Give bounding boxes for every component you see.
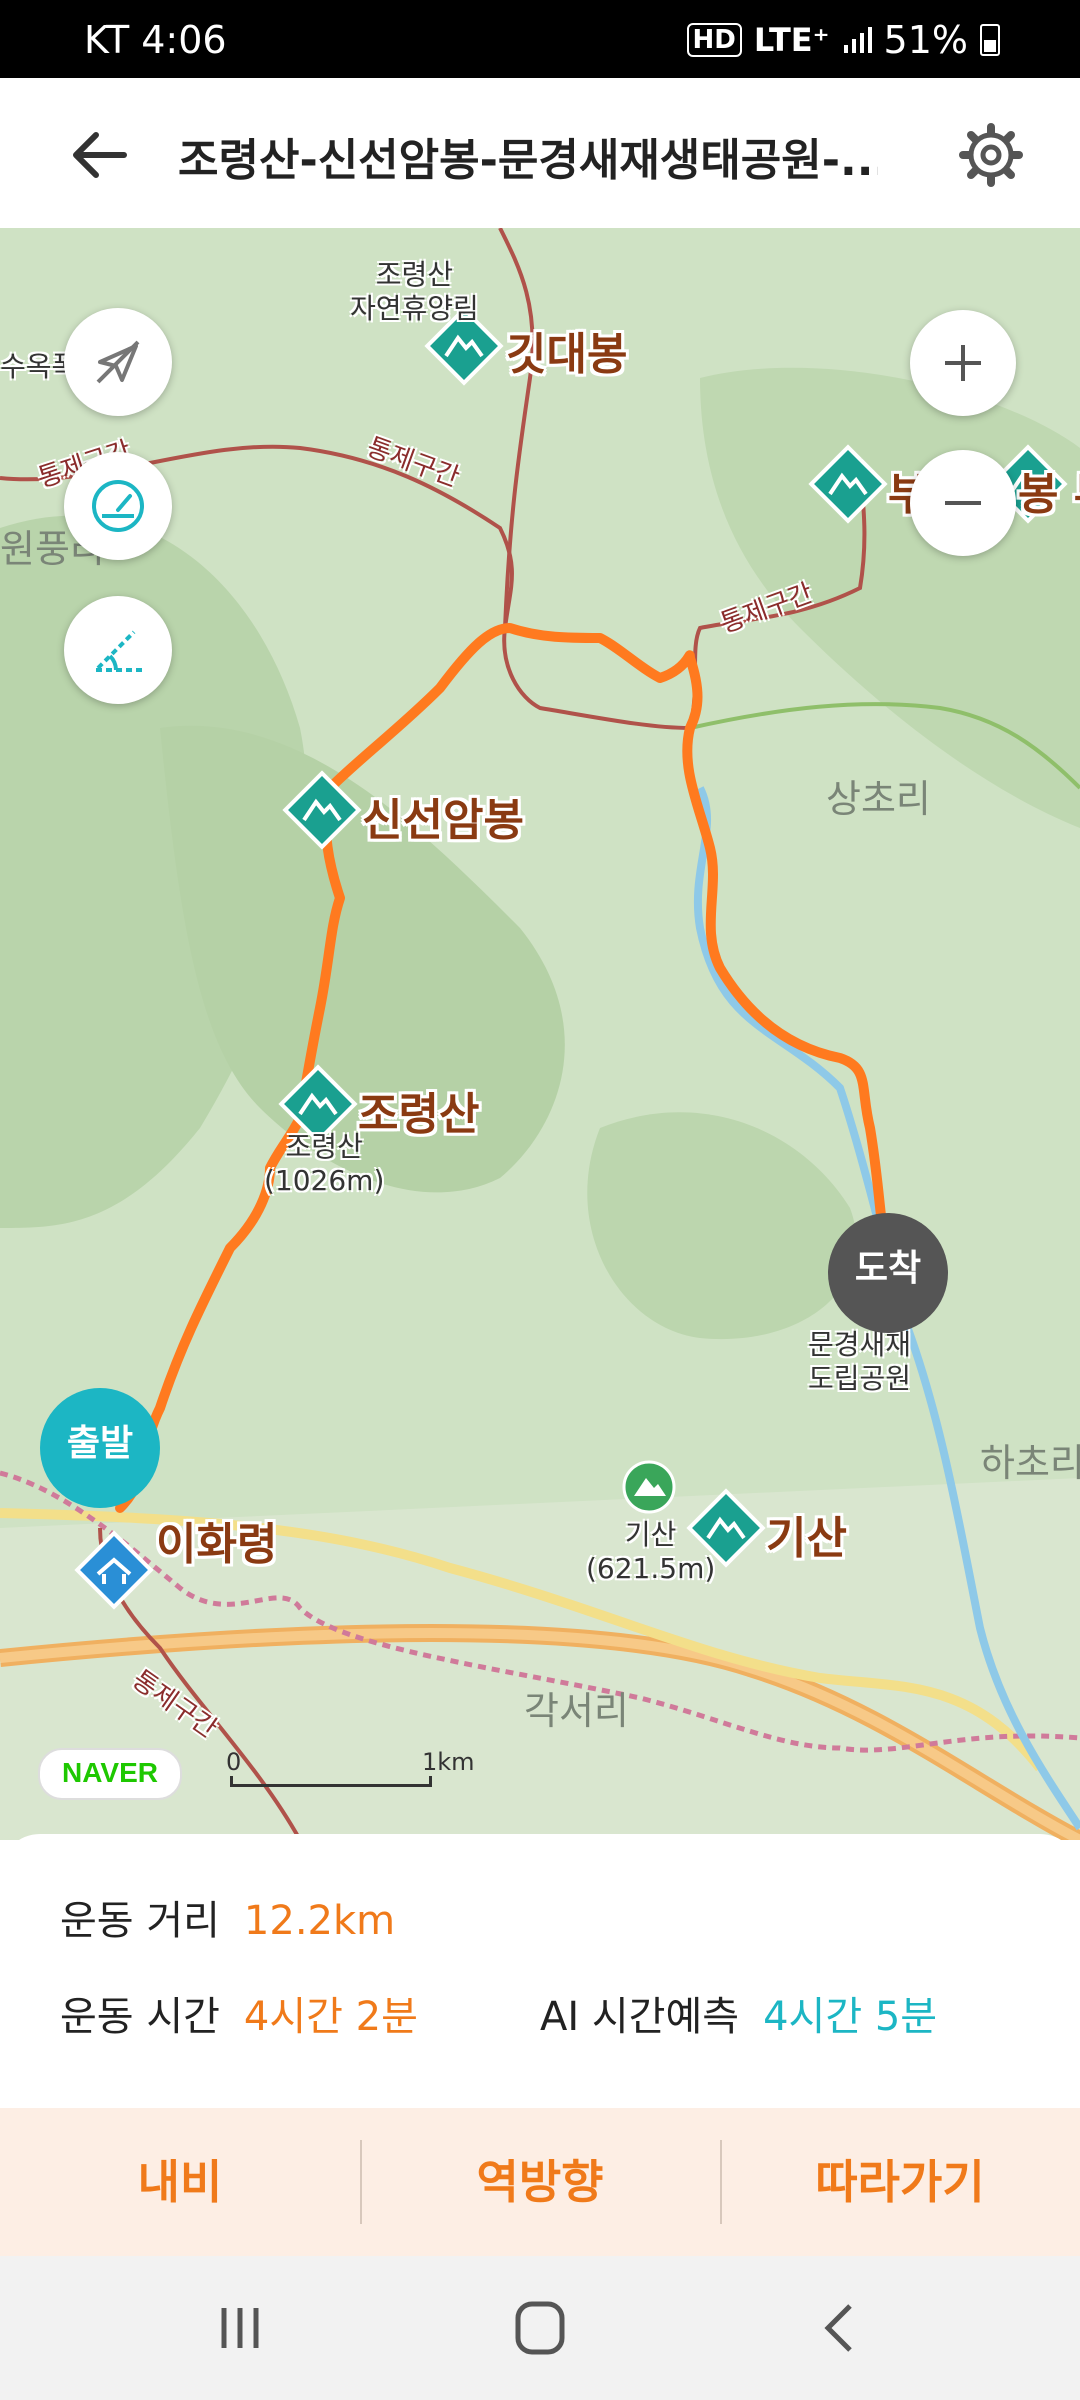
- back-arrow-icon[interactable]: [64, 120, 134, 190]
- home-icon[interactable]: [500, 2296, 580, 2360]
- zoom-in-button[interactable]: [910, 310, 1016, 416]
- end-marker[interactable]: 도착: [828, 1213, 948, 1333]
- signal-icon: [843, 27, 872, 53]
- region-label-sangcho: 상초리: [826, 777, 931, 821]
- peak-label-sinseonambong: 신선암봉: [362, 795, 524, 846]
- follow-button[interactable]: 따라가기: [720, 2108, 1080, 2256]
- page-title: 조령산-신선암봉-문경새재생태공원-...: [178, 135, 878, 186]
- ai-time-row: AI 시간예측 4시간 5분: [540, 1984, 937, 2042]
- zoom-out-button[interactable]: [910, 450, 1016, 556]
- route-info-sheet: 운동 거리 12.2km 운동 시간 4시간 2분 AI 시간예측 4시간 5분: [0, 1834, 1080, 2110]
- battery-percent: 51%: [883, 18, 968, 62]
- map-view[interactable]: 깃대봉 신선암봉 조령산 기산 부 봉 부 이화령 조령산 자연휴양림 조령산 …: [0, 228, 1080, 1840]
- peak-label-bong: 봉 부: [1018, 469, 1080, 520]
- distance-row: 운동 거리 12.2km: [60, 1888, 395, 1946]
- lte-indicator: LTE⁺: [753, 21, 830, 59]
- mountain-poi-icon[interactable]: [622, 1460, 676, 1514]
- status-bar: KT 4:06 HD LTE⁺ 51%: [0, 0, 1080, 78]
- trailhead-icon[interactable]: [74, 1530, 154, 1610]
- back-icon[interactable]: [800, 2296, 880, 2360]
- place-label-park: 문경새재 도립공원: [808, 1328, 912, 1395]
- place-label-joryeongsan-height: 조령산 (1026m): [264, 1130, 385, 1197]
- speedometer-icon: [92, 480, 144, 532]
- slope-button[interactable]: [64, 596, 172, 704]
- region-label-hacho: 하초리: [980, 1441, 1080, 1485]
- gear-icon[interactable]: [958, 122, 1024, 188]
- navi-button[interactable]: 내비: [0, 2108, 360, 2256]
- scale-unit: 1km: [422, 1748, 475, 1776]
- place-label-ihwaryeong: 이화령: [156, 1519, 278, 1570]
- recent-apps-icon[interactable]: [200, 2296, 280, 2360]
- scale-bar: [230, 1776, 432, 1787]
- peak-label-gitdaebong: 깃대봉: [506, 329, 628, 380]
- time-value: 4시간 2분: [243, 1994, 418, 2040]
- place-label-gisan-height: 기산 (621.5m): [586, 1518, 716, 1585]
- reverse-button[interactable]: 역방향: [360, 2108, 720, 2256]
- hd-voice-icon: HD: [686, 23, 742, 57]
- slope-icon: [96, 630, 142, 672]
- plus-icon: [945, 345, 981, 381]
- compass-off-button[interactable]: [64, 308, 172, 416]
- region-label-gakseo: 각서리: [524, 1689, 629, 1733]
- time-row: 운동 시간 4시간 2분: [60, 1984, 418, 2042]
- action-bar: 내비 역방향 따라가기: [0, 2108, 1080, 2256]
- ai-time-value: 4시간 5분: [763, 1994, 938, 2040]
- distance-label: 운동 거리: [60, 1898, 220, 1944]
- scale-zero: 0: [226, 1748, 242, 1776]
- app-header: 조령산-신선암봉-문경새재생태공원-...: [0, 78, 1080, 229]
- time-label: 운동 시간: [60, 1994, 220, 2040]
- peak-label-gisan: 기산: [766, 1513, 847, 1564]
- peak-icon-sinseonambong[interactable]: [282, 770, 362, 850]
- carrier-time: KT 4:06: [84, 18, 227, 62]
- speed-button[interactable]: [64, 452, 172, 560]
- compass-off-icon: [96, 340, 140, 384]
- map-scale: 0 1km: [226, 1748, 475, 1788]
- naver-logo: NAVER: [38, 1748, 182, 1800]
- ai-time-label: AI 시간예측: [540, 1994, 740, 2040]
- battery-icon: [980, 24, 1000, 56]
- start-marker[interactable]: 출발: [40, 1388, 160, 1508]
- system-nav-bar: [0, 2256, 1080, 2400]
- distance-value: 12.2km: [243, 1898, 396, 1944]
- minus-icon: [945, 501, 981, 505]
- place-label-forest: 조령산 자연휴양림: [350, 258, 479, 325]
- peak-icon-bu[interactable]: [808, 444, 888, 524]
